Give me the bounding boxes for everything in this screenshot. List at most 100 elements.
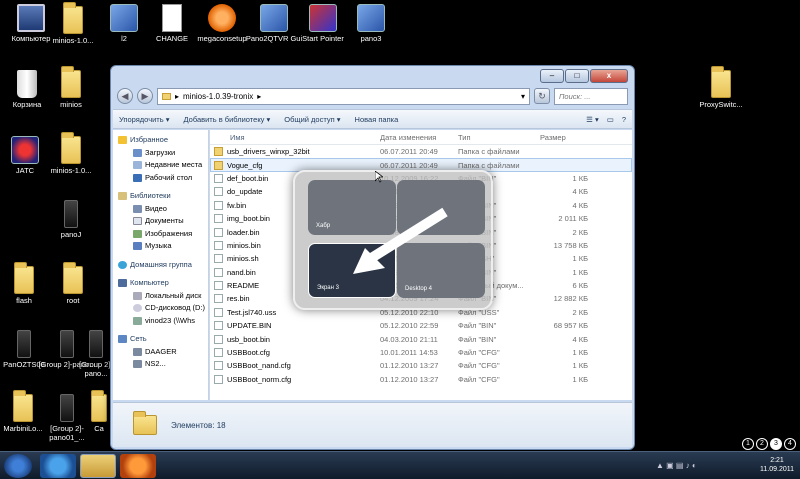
file-size: 2 КБ — [572, 227, 588, 237]
file-size: 12 882 КБ — [553, 294, 588, 304]
new-folder-button[interactable]: Новая папка — [355, 115, 399, 124]
back-button[interactable]: ◀ — [117, 88, 133, 104]
preview-pane-icon[interactable]: ▭ — [607, 115, 614, 124]
nav-homegroup[interactable]: Домашняя группа — [113, 259, 208, 272]
breadcrumb-chevron-icon: ▸ — [257, 91, 262, 101]
nav-recent[interactable]: Недавние места — [113, 159, 208, 172]
nav-downloads[interactable]: Загрузки — [113, 147, 208, 160]
share-button[interactable]: Общий доступ ▾ — [284, 115, 340, 124]
desktop-icon-label: Ca — [94, 424, 104, 433]
desktop-icon-minios-zip[interactable]: minios-1.0... — [44, 2, 102, 45]
close-button[interactable]: x — [590, 69, 628, 83]
nav-cd-drive[interactable]: CD-дисковод (D:) — [113, 302, 208, 315]
desktop-icon-minios-folder[interactable]: minios-1.0... — [42, 132, 100, 175]
nav-ns2[interactable]: NS2... — [113, 358, 208, 371]
file-size: 1 КБ — [572, 348, 588, 358]
organize-button[interactable]: Упорядочить ▾ — [119, 115, 169, 124]
column-size[interactable]: Размер — [540, 133, 588, 142]
pager-desktop-1[interactable]: 1 — [742, 438, 754, 450]
file-row[interactable]: USBBoot_nand.cfg 01.12.2010 13:27 Файл "CF… — [210, 359, 632, 372]
tray-icons[interactable]: ▲ ▣ ▤ ♪ ◐ — [656, 461, 697, 470]
maximize-button[interactable]: □ — [565, 69, 589, 83]
desktop-icon-proxyswitch[interactable]: ProxySwitc... — [692, 66, 750, 109]
desktop-icon-root[interactable]: root — [44, 262, 102, 305]
pager-desktop-2[interactable]: 2 — [756, 438, 768, 450]
file-name: Vogue_cfg — [227, 160, 263, 170]
explorer-taskbar-icon[interactable] — [80, 454, 116, 478]
file-icon — [214, 348, 223, 358]
file-size: 1 КБ — [572, 361, 588, 371]
folder-icon — [214, 147, 223, 157]
video-icon — [133, 204, 142, 213]
file-size: 68 957 КБ — [553, 321, 588, 331]
file-name-cell: UPDATE.BIN — [210, 321, 380, 331]
help-icon[interactable]: ? — [622, 115, 626, 124]
refresh-button[interactable]: ↻ — [534, 88, 550, 104]
address-dropdown-icon[interactable]: ▾ — [521, 92, 529, 101]
clock[interactable]: 2:21 11.09.2011 — [760, 456, 794, 474]
nav-daager[interactable]: DAAGER — [113, 346, 208, 359]
folder-icon — [61, 132, 81, 164]
pager-desktop-3[interactable]: 3 — [770, 438, 782, 450]
app-icon — [11, 136, 39, 164]
desktop-icon-minios[interactable]: minios — [42, 66, 100, 109]
add-to-library-button[interactable]: Добавить в библиотеку ▾ — [183, 115, 270, 124]
nav-music[interactable]: Музыка — [113, 240, 208, 253]
internet-explorer-icon[interactable] — [40, 454, 76, 478]
nav-desktop[interactable]: Рабочий стол — [113, 172, 208, 185]
nav-documents[interactable]: Документы — [113, 215, 208, 228]
minimize-button[interactable]: – — [540, 69, 564, 83]
navigation-pane[interactable]: Избранное Загрузки Недавние места Рабочи… — [113, 130, 209, 400]
forward-button[interactable]: ▶ — [137, 88, 153, 104]
file-row[interactable]: usb_drivers_winxp_32bit 06.07.2011 20:49 П… — [210, 145, 632, 158]
taskbar: ▲ ▣ ▤ ♪ ◐ 2:21 11.09.2011 — [0, 451, 800, 479]
file-row[interactable]: UPDATE.BIN 05.12.2010 22:59 Файл "BIN" 68 9… — [210, 319, 632, 332]
pc-icon — [133, 360, 142, 369]
column-headers: Имя Дата изменения Тип Размер — [210, 130, 632, 145]
desktop-icon-label: minios-1.0... — [52, 36, 94, 45]
search-input[interactable]: Поиск: ... — [554, 87, 628, 105]
file-size: 1 КБ — [572, 173, 588, 183]
pager-desktop-4[interactable]: 4 — [784, 438, 796, 450]
view-options-icon[interactable]: ☰ ▾ — [586, 115, 599, 124]
desktop-icon-megaconsetup[interactable]: megaconsetup — [193, 4, 251, 43]
address-bar[interactable]: ▸ minios-1.0.39-tronix ▸ ▾ — [157, 87, 530, 105]
nav-computer[interactable]: Компьютер — [113, 277, 208, 290]
start-button[interactable] — [4, 454, 32, 478]
desktop-icon-label: panoJ — [60, 230, 82, 239]
file-date: 05.12.2010 22:59 — [380, 321, 439, 331]
media-player-icon[interactable] — [120, 454, 156, 478]
desktop-icon-group2-pano-2[interactable]: [Group 2]-pano... — [78, 330, 114, 378]
desktop-icon-label: root — [66, 296, 80, 305]
file-row[interactable]: USBBoot.cfg 10.01.2011 14:53 Файл "CFG" 1 К… — [210, 346, 632, 359]
file-size: 6 КБ — [572, 281, 588, 291]
breadcrumb-current[interactable]: minios-1.0.39-tronix — [183, 92, 253, 101]
desktop-icon — [133, 173, 142, 182]
file-type: Файл "CFG" — [458, 348, 500, 358]
file-row[interactable]: usb_boot.bin 04.03.2010 21:11 Файл "BIN" 4 … — [210, 332, 632, 345]
column-date[interactable]: Дата изменения — [380, 133, 458, 142]
file-name: fw.bin — [227, 200, 247, 210]
file-row[interactable]: USBBoot_norm.cfg 01.12.2010 13:27 Файл "CF… — [210, 373, 632, 386]
desktop-icon-label: minios — [60, 100, 82, 109]
clock-date: 11.09.2011 — [760, 466, 794, 473]
nav-network-drive[interactable]: vinod23 (\\Whs — [113, 315, 208, 328]
pc-icon — [133, 347, 142, 356]
nav-network[interactable]: Сеть — [113, 333, 208, 346]
nav-images[interactable]: Изображения — [113, 228, 208, 241]
nav-favorites[interactable]: Избранное — [113, 134, 208, 147]
nav-libraries[interactable]: Библиотеки — [113, 190, 208, 203]
nav-video[interactable]: Видео — [113, 203, 208, 216]
mouse-cursor-icon — [375, 171, 383, 183]
file-size: 4 КБ — [572, 187, 588, 197]
nav-local-disk[interactable]: Локальный диск — [113, 290, 208, 303]
column-name[interactable]: Имя — [210, 133, 380, 142]
switch-arrow-icon — [353, 207, 448, 274]
column-type[interactable]: Тип — [458, 133, 540, 142]
desktop-icon-panoj[interactable]: panoJ — [42, 200, 100, 239]
file-type: Папка с файлами — [458, 160, 520, 170]
usb-drive-icon — [64, 200, 78, 228]
desktop-icon-pano3[interactable]: pano3 — [342, 4, 400, 43]
desktop-icon-ca[interactable]: Ca — [88, 390, 110, 433]
desktop-switcher[interactable]: Хабр Экран 3 Desktop 4 — [293, 170, 493, 310]
